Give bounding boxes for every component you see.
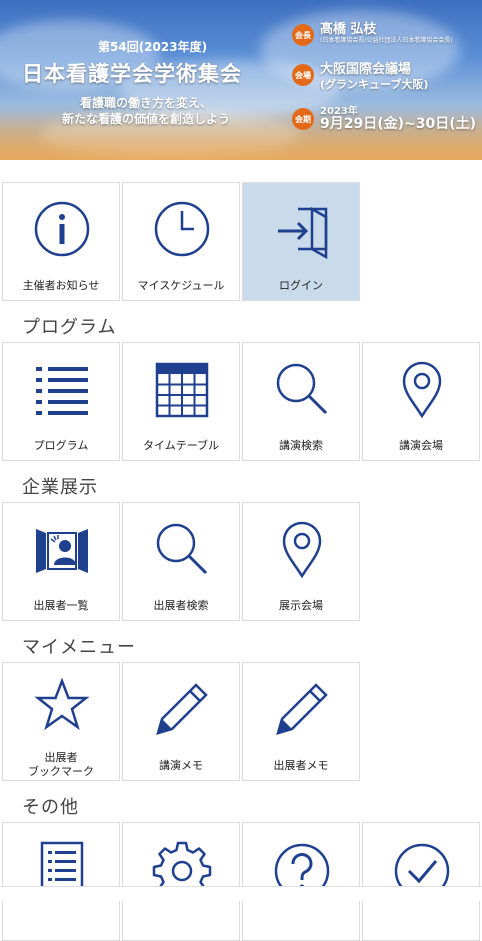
tile-label: 展示会場: [279, 599, 323, 612]
tile-label: ログイン: [279, 279, 323, 292]
tile-organizer-notices[interactable]: 主催者お知らせ: [2, 182, 120, 301]
exhibitor-booth-icon: [32, 519, 92, 579]
tile-timetable[interactable]: タイムテーブル: [122, 342, 240, 461]
login-icon: [272, 199, 332, 259]
tile-label: 出展者 ブックマーク: [3, 751, 119, 779]
tile-exhibitor-memo[interactable]: 出展者メモ: [242, 662, 360, 781]
chair-badge: 会長: [292, 24, 314, 46]
tile-label-line1: 出展者: [44, 751, 78, 764]
bottom-edge: [0, 886, 482, 901]
venue-name: 大阪国際会議場: [320, 62, 412, 77]
tile-session-search[interactable]: 講演検索: [242, 342, 360, 461]
tile-other-document[interactable]: [2, 822, 120, 941]
tile-label: 講演検索: [279, 439, 323, 452]
tile-login[interactable]: ログイン: [242, 182, 360, 301]
pencil-icon: [152, 679, 212, 739]
banner-venue: 会場 大阪国際会議場 (グランキューブ大阪): [292, 62, 428, 92]
map-pin-icon: [392, 359, 452, 419]
tile-exhibition-venue[interactable]: 展示会場: [242, 502, 360, 621]
tile-other-help[interactable]: [242, 822, 360, 941]
banner-theme-line1: 看護職の働き方を変え、: [80, 96, 213, 110]
banner-theme-line2: 新たな看護の価値を創造しよう: [62, 112, 231, 126]
info-icon: [32, 199, 92, 259]
banner-theme: 看護職の働き方を変え、 新たな看護の価値を創造しよう: [62, 95, 230, 127]
tile-label: 出展者メモ: [273, 759, 329, 772]
section-title-other: その他: [22, 797, 79, 818]
tile-label: プログラム: [33, 439, 89, 452]
section-title-program: プログラム: [22, 317, 117, 338]
tile-other-settings[interactable]: [122, 822, 240, 941]
date-badge: 会期: [292, 108, 314, 130]
banner-title: 日本看護学会学術集会: [22, 62, 242, 86]
chair-name: 髙橋 弘枝: [320, 22, 377, 37]
tile-label: 出展者検索: [153, 599, 209, 612]
date-range: 9月29日(金)~30日(土): [320, 116, 477, 132]
venue-badge: 会場: [292, 64, 314, 86]
section-title-exhibition: 企業展示: [22, 477, 98, 498]
search-icon: [272, 359, 332, 419]
tile-program[interactable]: プログラム: [2, 342, 120, 461]
search-icon: [152, 519, 212, 579]
conference-banner: 第54回(2023年度) 日本看護学会学術集会 看護職の働き方を変え、 新たな看…: [0, 0, 482, 160]
tile-label: タイムテーブル: [142, 439, 220, 452]
tile-other-check[interactable]: [362, 822, 480, 941]
tile-exhibitor-bookmark[interactable]: 出展者 ブックマーク: [2, 662, 120, 781]
banner-date: 会期 2023年 9月29日(金)~30日(土): [292, 106, 476, 132]
tile-session-venue[interactable]: 講演会場: [362, 342, 480, 461]
section-title-mymenu: マイメニュー: [22, 637, 136, 658]
calendar-icon: [152, 359, 212, 419]
list-icon: [32, 359, 92, 419]
tile-label-line2: ブックマーク: [28, 765, 94, 778]
banner-chair: 会長 髙橋 弘枝 (日本看護協会長/公益社団法人日本看護協会会長): [292, 22, 453, 46]
pencil-icon: [272, 679, 332, 739]
tile-label: 主催者お知らせ: [22, 279, 100, 292]
tile-my-schedule[interactable]: マイスケジュール: [122, 182, 240, 301]
star-icon: [32, 675, 92, 735]
tile-session-memo[interactable]: 講演メモ: [122, 662, 240, 781]
tile-label: 講演会場: [399, 439, 443, 452]
map-pin-icon: [272, 519, 332, 579]
banner-edition: 第54回(2023年度): [98, 40, 208, 54]
tile-label: 出展者一覧: [33, 599, 89, 612]
tile-exhibitor-list[interactable]: 出展者一覧: [2, 502, 120, 621]
tile-exhibitor-search[interactable]: 出展者検索: [122, 502, 240, 621]
tile-label: 講演メモ: [159, 759, 203, 772]
chair-affiliation: (日本看護協会長/公益社団法人日本看護協会会長): [320, 37, 453, 44]
tile-label: マイスケジュール: [137, 279, 225, 292]
clock-icon: [152, 199, 212, 259]
venue-sub: (グランキューブ大阪): [320, 78, 429, 91]
